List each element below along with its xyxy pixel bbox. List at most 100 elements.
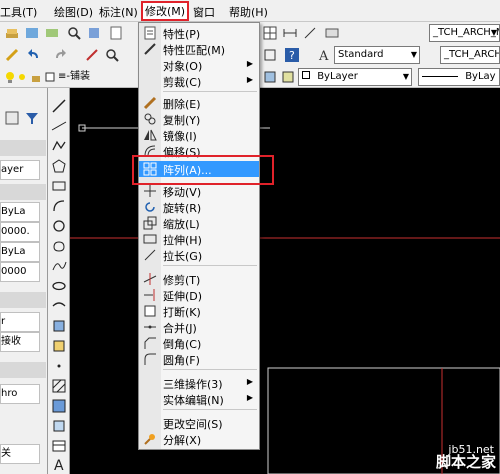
insert-block-icon[interactable]	[51, 318, 67, 334]
dimension-linear-icon[interactable]	[282, 25, 298, 41]
dim-style-combo[interactable]: _TCH_ARCH_M_M ▼	[429, 24, 500, 42]
thickness-cell[interactable]: 0000	[0, 262, 40, 282]
menu-item-fillet[interactable]: 圆角(F)	[139, 351, 259, 367]
menu-item-lengthen[interactable]: 拉长(G)	[139, 247, 259, 263]
menu-help[interactable]: 帮助(H)	[229, 4, 268, 20]
pan-icon[interactable]	[86, 25, 102, 41]
hatch-icon[interactable]	[51, 378, 67, 394]
menu-window[interactable]: 窗口	[193, 4, 215, 20]
section-header[interactable]	[0, 362, 46, 378]
submenu-arrow-icon: ▶	[246, 377, 253, 386]
menu-item-label: 缩放(L)	[163, 218, 200, 231]
line-icon[interactable]	[51, 98, 67, 114]
menu-item-rotate[interactable]: 旋转(R)	[139, 199, 259, 215]
construction-line-icon[interactable]	[51, 118, 67, 134]
layer-make-current-icon[interactable]	[262, 69, 278, 85]
color-value: ByLayer	[317, 71, 358, 82]
rectangle-icon[interactable]	[51, 178, 67, 194]
lineweight-cell[interactable]: ByLa	[0, 242, 40, 262]
scale-cell[interactable]: 0000.	[0, 222, 40, 242]
color-combo[interactable]: ByLayer ▼	[298, 68, 412, 86]
menu-item-clip[interactable]: 剪裁(C) ▶	[139, 73, 259, 89]
layer-states-icon[interactable]	[24, 25, 40, 41]
menu-item-change-space[interactable]: 更改空间(S)	[139, 415, 259, 431]
dim-icon-a[interactable]	[262, 47, 278, 63]
gradient-icon[interactable]	[51, 398, 67, 414]
menu-item-extend[interactable]: 延伸(D)	[139, 287, 259, 303]
pencil-icon[interactable]	[4, 47, 20, 63]
dimension-aligned-icon[interactable]	[302, 25, 318, 41]
select-icon[interactable]	[4, 110, 20, 126]
menu-tools[interactable]: 工具(T)	[0, 4, 37, 20]
menu-draw[interactable]: 绘图(D)	[54, 4, 93, 20]
revcloud-icon[interactable]	[51, 238, 67, 254]
watermark-name: 脚本之家	[435, 453, 496, 471]
layer-stack-icon[interactable]	[4, 25, 20, 41]
menu-item-properties[interactable]: 特性(P)	[139, 25, 259, 41]
match-icon[interactable]	[84, 47, 100, 63]
receive-cell[interactable]: 接收	[0, 332, 40, 352]
menu-separator	[163, 409, 257, 410]
layer-cell[interactable]: ayer	[0, 160, 40, 180]
spline-icon[interactable]	[51, 258, 67, 274]
menu-item-mirror[interactable]: 镜像(I)	[139, 127, 259, 143]
menu-item-explode[interactable]: 分解(X)	[139, 431, 259, 447]
stretch-icon	[143, 234, 157, 244]
make-block-icon[interactable]	[51, 338, 67, 354]
mtext-icon[interactable]: A	[51, 456, 67, 472]
menu-item-stretch[interactable]: 拉伸(H)	[139, 231, 259, 247]
text-style-combo[interactable]: Standard ▼	[334, 46, 420, 64]
dim-style-combo-2[interactable]: _TCH_ARCH_M_M	[440, 46, 500, 64]
linetype-combo[interactable]: ByLay	[418, 68, 500, 86]
zoom-icon[interactable]	[66, 25, 82, 41]
menu-bar: 工具(T) 绘图(D) 标注(N) 修改(M) 窗口 帮助(H)	[0, 0, 500, 22]
point-icon[interactable]	[51, 358, 67, 374]
table-icon[interactable]	[262, 25, 278, 41]
menu-item-erase[interactable]: 删除(E)	[139, 95, 259, 111]
dimension-style-icon[interactable]	[324, 25, 340, 41]
linetype-value: ByLay	[465, 71, 496, 82]
menu-item-solid-editing[interactable]: 实体编辑(N) ▶	[139, 391, 259, 407]
menu-item-move[interactable]: 移动(V)	[139, 183, 259, 199]
redo-icon[interactable]	[52, 47, 68, 63]
circle-icon[interactable]	[51, 218, 67, 234]
region-icon[interactable]	[51, 418, 67, 434]
menu-item-trim[interactable]: 修剪(T)	[139, 271, 259, 287]
section-header[interactable]	[0, 292, 46, 308]
menu-modify[interactable]: 修改(M)	[141, 1, 190, 21]
menu-dimension[interactable]: 标注(N)	[99, 4, 138, 20]
drawing-geometry	[70, 124, 500, 474]
off-cell[interactable]: 关	[0, 444, 40, 464]
properties-toolbar-icon[interactable]	[108, 25, 124, 41]
drawing-canvas[interactable]: jb51.net 脚本之家	[70, 88, 500, 474]
layer-previous-icon[interactable]	[280, 69, 296, 85]
table-draw-icon[interactable]	[51, 438, 67, 454]
lengthen-icon	[144, 249, 156, 261]
menu-item-object[interactable]: 对象(O) ▶	[139, 57, 259, 73]
text-style-icon[interactable]: A	[316, 47, 332, 63]
menu-item-label: 延伸(D)	[163, 290, 203, 303]
plotstyle-cell[interactable]: r	[0, 312, 40, 332]
zoom-realtime-icon[interactable]	[104, 47, 120, 63]
ellipse-icon[interactable]	[51, 278, 67, 294]
undo-icon[interactable]	[26, 47, 42, 63]
menu-item-3d-operations[interactable]: 三维操作(3) ▶	[139, 375, 259, 391]
arc-icon[interactable]	[51, 198, 67, 214]
hatch-cell[interactable]: hro	[0, 384, 40, 404]
menu-item-copy[interactable]: 复制(Y)	[139, 111, 259, 127]
filter-icon[interactable]	[24, 110, 40, 126]
menu-item-join[interactable]: 合并(J)	[139, 319, 259, 335]
menu-item-chamfer[interactable]: 倒角(C)	[139, 335, 259, 351]
help-icon[interactable]: ?	[284, 47, 300, 63]
menu-item-match-properties[interactable]: 特性匹配(M)	[139, 41, 259, 57]
section-header[interactable]	[0, 140, 46, 156]
ellipse-arc-icon[interactable]	[51, 298, 67, 314]
polyline-icon[interactable]	[51, 138, 67, 154]
chamfer-icon	[144, 337, 156, 349]
linetype-cell[interactable]: ByLa	[0, 202, 40, 222]
section-header[interactable]	[0, 184, 46, 200]
polygon-icon[interactable]	[51, 158, 67, 174]
menu-item-scale[interactable]: 缩放(L)	[139, 215, 259, 231]
layer-prev-icon[interactable]	[44, 25, 60, 41]
menu-item-break[interactable]: 打断(K)	[139, 303, 259, 319]
